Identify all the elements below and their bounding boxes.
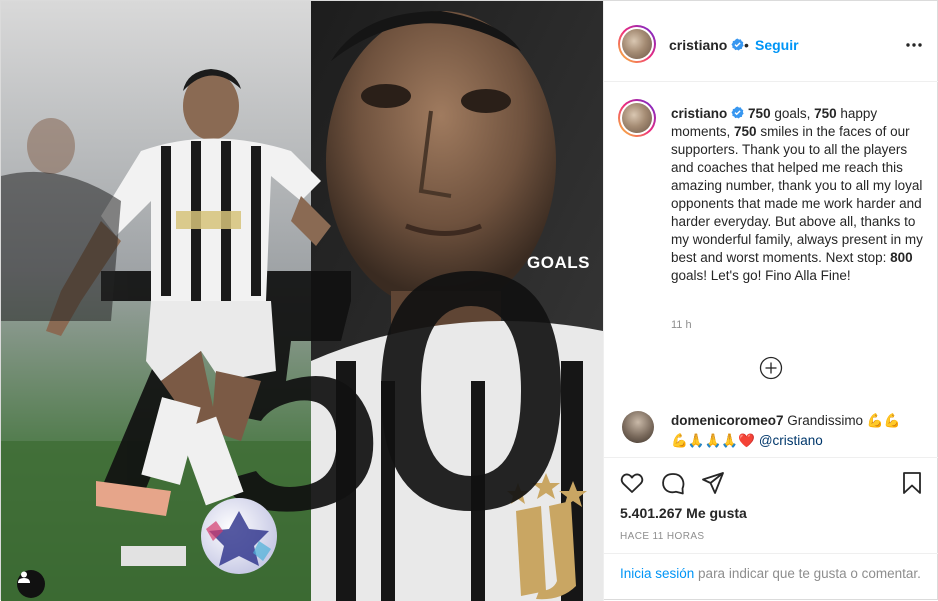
more-options-icon[interactable] [904, 37, 924, 53]
caption-part: 750 [814, 106, 837, 121]
author-username-text[interactable]: cristiano [669, 37, 727, 53]
login-prompt-text: para indicar que te gusta o comentar. [694, 566, 921, 581]
instagram-post: GOALS cristiano • Seguir cristiano 750 g… [0, 0, 938, 601]
comment-body: Grandissimo [787, 413, 864, 428]
post-header: cristiano • Seguir [604, 1, 938, 82]
comment-emojis-2: 💪🙏🙏🙏❤️ [671, 433, 756, 448]
bookmark-icon[interactable] [899, 470, 925, 496]
caption-part: goals! Let's go! Fino Alla Fine! [671, 268, 851, 283]
caption-text: cristiano 750 goals, 750 happy moments, … [671, 105, 923, 285]
post-actions: 5.401.267 Me gusta [604, 457, 938, 527]
caption-part: smiles in the faces of our supporters. T… [671, 124, 923, 265]
author-username[interactable]: cristiano [669, 37, 744, 53]
post-sidebar: cristiano • Seguir cristiano 750 goals, … [603, 1, 938, 601]
share-icon[interactable] [700, 470, 726, 496]
login-link[interactable]: Inicia sesión [620, 566, 694, 581]
caption-part: goals, [770, 106, 815, 121]
user-icon [18, 571, 30, 583]
caption-part: 750 [734, 124, 757, 139]
comment-mention[interactable]: @cristiano [759, 433, 823, 448]
caption-part: 750 [748, 106, 771, 121]
separator-dot: • [744, 37, 749, 53]
caption-timestamp[interactable]: 11 h [671, 319, 692, 331]
author-avatar[interactable] [618, 25, 656, 63]
heart-icon[interactable] [619, 470, 645, 496]
goals-label: GOALS [527, 253, 590, 272]
comment-emojis-1: 💪💪 [866, 413, 901, 428]
commenter-username[interactable]: domenicoromeo7 [671, 413, 784, 428]
tagged-users-button[interactable] [17, 570, 45, 598]
caption-username[interactable]: cristiano [671, 106, 727, 121]
commenter-avatar[interactable] [622, 411, 654, 443]
caption-body: 750 goals, 750 happy moments, 750 smiles… [671, 106, 923, 283]
follow-button[interactable]: Seguir [755, 37, 799, 53]
likes-count[interactable]: 5.401.267 Me gusta [620, 505, 747, 521]
comment-icon[interactable] [660, 470, 686, 496]
post-image[interactable]: GOALS [1, 1, 603, 601]
caption-part: 800 [890, 250, 913, 265]
verified-badge-icon [731, 106, 744, 119]
comment-text: domenicoromeo7 Grandissimo 💪💪 💪🙏🙏🙏❤️ @cr… [671, 411, 926, 451]
caption-avatar[interactable] [618, 99, 656, 137]
caption-section: cristiano 750 goals, 750 happy moments, … [604, 83, 938, 457]
login-prompt: Inicia sesión para indicar que te gusta … [604, 553, 938, 601]
post-date[interactable]: HACE 11 HORAS [620, 531, 704, 542]
load-more-comments-icon[interactable] [759, 356, 783, 380]
verified-badge-icon [731, 38, 744, 51]
post-image-artwork [1, 1, 603, 601]
